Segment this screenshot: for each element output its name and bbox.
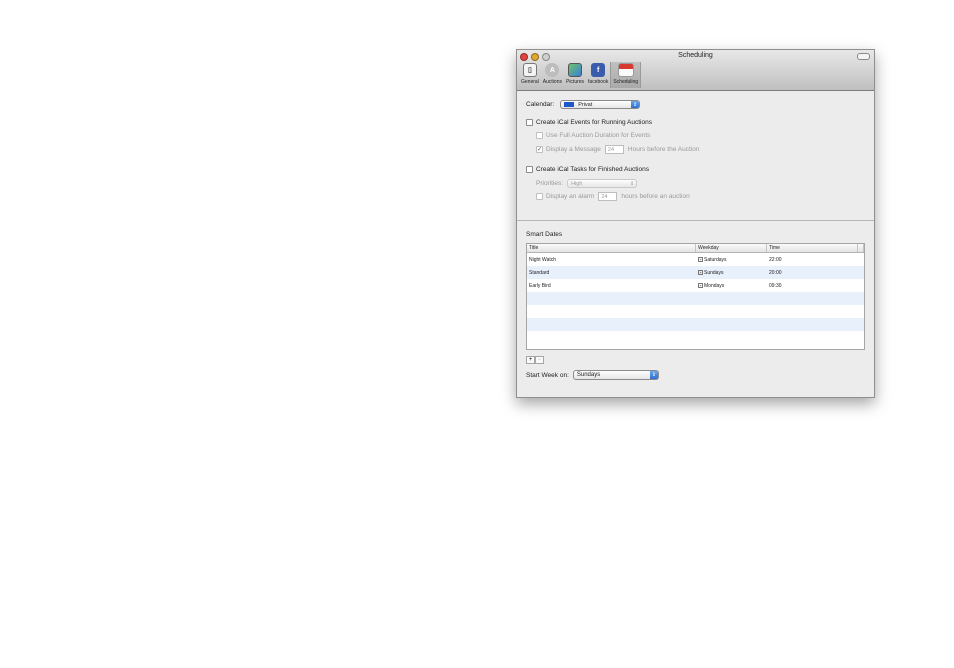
row-weekday-cell[interactable]: + Mondays: [696, 283, 767, 289]
tab-scheduling-label: Scheduling: [613, 79, 639, 85]
row-title: Night Watch: [529, 256, 557, 263]
row-time: 22:00: [769, 256, 782, 263]
priorities-value: High: [571, 180, 583, 187]
row-weekday-cell[interactable]: + Sundays: [696, 270, 767, 276]
events-checkbox-row[interactable]: Create iCal Events for Running Auctions: [526, 119, 652, 126]
scheduling-pane: Calendar: Privat ⇕ Create iCal Events fo…: [517, 91, 874, 397]
popup-arrows-icon: ⇕: [649, 371, 658, 379]
tab-general-label: General: [521, 79, 539, 85]
row-weekday-cell[interactable]: + Saturdays: [696, 257, 767, 263]
full-duration-checkbox[interactable]: [536, 132, 543, 139]
add-remove-buttons: + −: [526, 356, 544, 364]
toolbar-toggle-button[interactable]: [857, 53, 870, 60]
empty-row: [527, 318, 864, 331]
popup-arrows-icon: ⇕: [629, 180, 635, 187]
auctions-icon: A: [545, 63, 560, 77]
row-weekday: Mondays: [704, 282, 725, 289]
row-weekday: Sundays: [704, 269, 724, 276]
tab-pictures[interactable]: Pictures: [564, 62, 586, 88]
column-header-weekday[interactable]: Weekday: [696, 244, 767, 252]
stepper-icon: +: [698, 269, 703, 275]
row-title: Standard: [529, 269, 550, 276]
tab-scheduling[interactable]: Scheduling: [610, 62, 642, 88]
smart-dates-table[interactable]: Title Weekday Time Night Watch + Saturday…: [526, 243, 865, 350]
alarm-suffix: hours before an auction: [621, 193, 690, 200]
priorities-popup[interactable]: High ⇕: [567, 179, 638, 188]
alarm-checkbox[interactable]: [536, 193, 543, 200]
smart-dates-heading: Smart Dates: [526, 231, 562, 238]
tasks-checkbox-row[interactable]: Create iCal Tasks for Finished Auctions: [526, 166, 649, 173]
stepper-icon: +: [698, 256, 703, 262]
calendar-value: Privat: [578, 101, 593, 108]
start-week-value: Sundays: [576, 372, 601, 378]
display-message-hours-field[interactable]: 24: [604, 145, 624, 154]
calendar-popup[interactable]: Privat ⇕: [560, 100, 641, 109]
row-title: Early Bird: [529, 282, 551, 289]
table-header: Title Weekday Time: [527, 244, 864, 253]
empty-row: [527, 331, 864, 344]
calendar-icon: [617, 63, 634, 77]
row-weekday: Saturdays: [704, 256, 727, 263]
priorities-row: Priorities: High ⇕: [536, 179, 638, 188]
start-week-row: Start Week on: Sundays ⇕: [526, 370, 659, 380]
full-duration-row[interactable]: Use Full Auction Duration for Events: [536, 132, 650, 139]
general-icon: ▯: [522, 63, 537, 77]
tab-pictures-label: Pictures: [565, 79, 585, 85]
events-checkbox-label: Create iCal Events for Running Auctions: [536, 119, 652, 126]
alarm-prefix: Display an alarm: [546, 193, 595, 200]
title-bar: Scheduling ▯ General A Auctions Pictures…: [517, 50, 874, 91]
full-duration-label: Use Full Auction Duration for Events: [546, 132, 651, 139]
tasks-checkbox-label: Create iCal Tasks for Finished Auctions: [536, 166, 649, 173]
tab-facebook[interactable]: f facebook: [586, 62, 610, 88]
calendar-row: Calendar: Privat ⇕: [526, 100, 641, 109]
empty-row: [527, 292, 864, 305]
remove-row-button[interactable]: −: [535, 356, 544, 364]
start-week-label: Start Week on:: [526, 371, 569, 379]
table-row[interactable]: Standard + Sundays 20:00: [527, 266, 864, 279]
display-message-prefix: Display a Message: [546, 146, 601, 153]
tab-facebook-label: facebook: [588, 79, 609, 85]
start-week-popup[interactable]: Sundays ⇕: [572, 370, 659, 380]
tasks-checkbox[interactable]: [526, 166, 533, 173]
calendar-label: Calendar:: [526, 101, 555, 108]
column-header-time[interactable]: Time: [767, 244, 858, 252]
popup-arrows-icon: ⇕: [631, 101, 640, 108]
stepper-icon: +: [698, 282, 703, 288]
preferences-window: Scheduling ▯ General A Auctions Pictures…: [516, 49, 875, 398]
alarm-hours-field[interactable]: 24: [598, 192, 618, 201]
column-header-spacer: [858, 244, 864, 252]
table-row[interactable]: Night Watch + Saturdays 22:00: [527, 253, 864, 266]
display-message-checkbox[interactable]: ✓: [536, 146, 543, 153]
add-row-button[interactable]: +: [526, 356, 535, 364]
priorities-label: Priorities:: [536, 180, 564, 187]
preferences-toolbar: ▯ General A Auctions Pictures f facebook…: [519, 62, 642, 88]
calendar-color-swatch: [564, 102, 575, 107]
tab-auctions[interactable]: A Auctions: [541, 62, 564, 88]
empty-row: [527, 305, 864, 318]
pictures-icon: [568, 63, 583, 77]
column-header-title[interactable]: Title: [527, 244, 696, 252]
window-title: Scheduling: [678, 52, 713, 59]
display-message-suffix: Hours before the Auction: [627, 146, 700, 153]
section-divider: [517, 220, 874, 221]
facebook-icon: f: [591, 63, 606, 77]
tab-auctions-label: Auctions: [542, 79, 562, 85]
row-time: 20:00: [769, 269, 782, 276]
events-checkbox[interactable]: [526, 119, 533, 126]
table-row[interactable]: Early Bird + Mondays 09:30: [527, 279, 864, 292]
row-time: 09:30: [769, 282, 782, 289]
display-message-row[interactable]: ✓ Display a Message 24 Hours before the …: [536, 145, 699, 154]
alarm-row[interactable]: Display an alarm 24 hours before an auct…: [536, 192, 690, 201]
tab-general[interactable]: ▯ General: [519, 62, 541, 88]
smart-dates-label: Smart Dates: [526, 231, 563, 238]
